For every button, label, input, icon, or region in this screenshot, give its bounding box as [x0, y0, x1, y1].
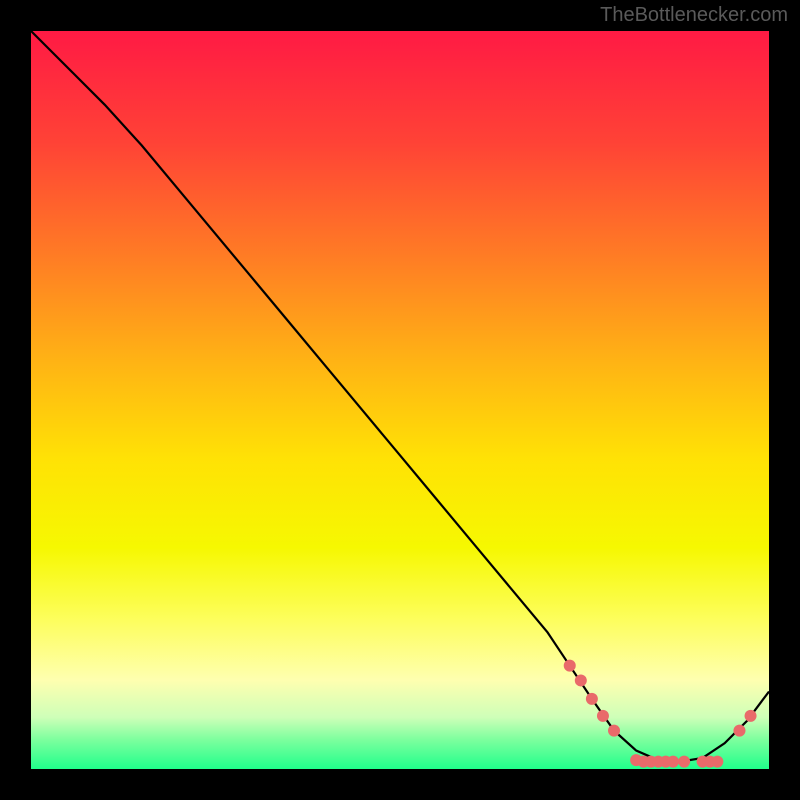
marker-dot	[597, 710, 609, 722]
marker-dot	[733, 725, 745, 737]
watermark-text: TheBottlenecker.com	[600, 4, 788, 27]
marker-dot	[608, 725, 620, 737]
chart-svg	[31, 31, 769, 769]
marker-dot	[564, 660, 576, 672]
marker-dot	[586, 693, 598, 705]
plot-area	[31, 31, 769, 769]
marker-dot	[678, 756, 690, 768]
chart-container: TheBottlenecker.com	[0, 0, 800, 800]
marker-dot	[711, 756, 723, 768]
gradient-background	[31, 31, 769, 769]
marker-dot	[745, 710, 757, 722]
marker-dot	[667, 756, 679, 768]
marker-dot	[575, 674, 587, 686]
